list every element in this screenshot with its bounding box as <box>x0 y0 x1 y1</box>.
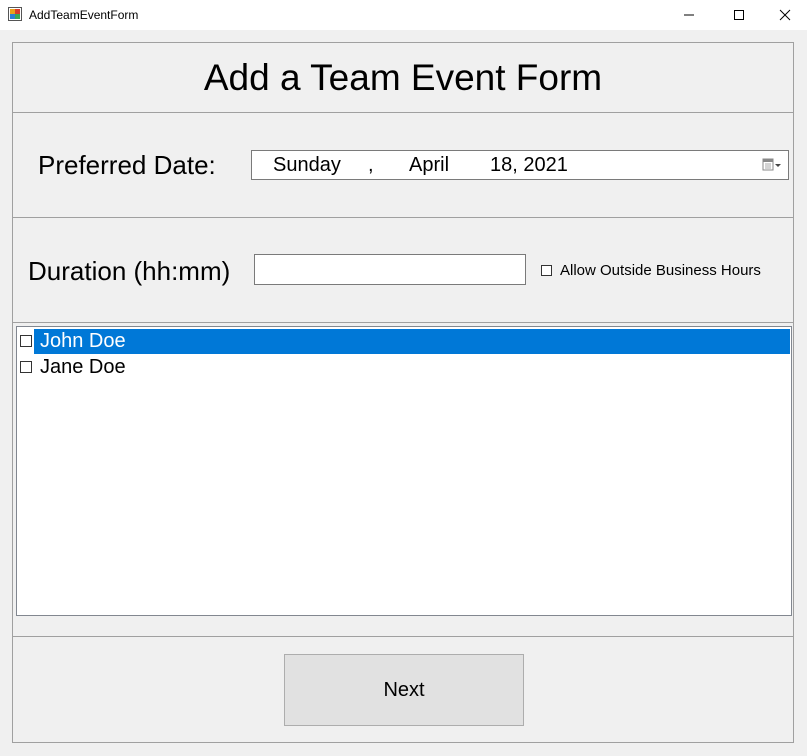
maximize-icon <box>734 10 744 20</box>
preferred-date-picker[interactable]: Sunday , April 18, 2021 <box>251 150 789 180</box>
maximize-button[interactable] <box>716 0 762 30</box>
section-divider <box>12 636 794 637</box>
section-divider <box>12 322 794 323</box>
date-month[interactable]: April <box>409 154 449 176</box>
title-bar: AddTeamEventForm <box>0 0 807 30</box>
section-divider <box>12 112 794 113</box>
list-item-checkbox[interactable] <box>20 361 32 373</box>
duration-input[interactable] <box>254 254 526 285</box>
calendar-dropdown-icon[interactable] <box>761 155 783 175</box>
section-divider <box>12 217 794 218</box>
list-item-checkbox[interactable] <box>20 335 32 347</box>
allow-outside-business-hours-checkbox[interactable]: Allow Outside Business Hours <box>541 260 761 280</box>
duration-label: Duration (hh:mm) <box>28 256 231 286</box>
preferred-date-label: Preferred Date: <box>38 150 216 180</box>
app-icon <box>8 7 22 21</box>
close-icon <box>779 9 791 21</box>
checkbox-box[interactable] <box>541 264 552 276</box>
window-title: AddTeamEventForm <box>29 8 139 22</box>
list-item[interactable]: Jane Doe <box>17 354 791 380</box>
allow-outside-business-hours-label: Allow Outside Business Hours <box>560 261 761 279</box>
date-separator: , <box>368 154 374 176</box>
next-button[interactable]: Next <box>284 654 524 726</box>
team-member-checked-list[interactable]: John Doe Jane Doe <box>16 326 792 616</box>
list-item-label: John Doe <box>34 329 790 354</box>
date-day-year[interactable]: 18, 2021 <box>490 154 568 176</box>
date-weekday[interactable]: Sunday <box>273 154 341 176</box>
minimize-icon <box>684 14 694 16</box>
minimize-button[interactable] <box>666 0 712 30</box>
list-item-label: Jane Doe <box>40 356 126 378</box>
close-button[interactable] <box>762 0 807 30</box>
list-item[interactable]: John Doe <box>17 328 791 354</box>
form-heading: Add a Team Event Form <box>203 57 603 98</box>
